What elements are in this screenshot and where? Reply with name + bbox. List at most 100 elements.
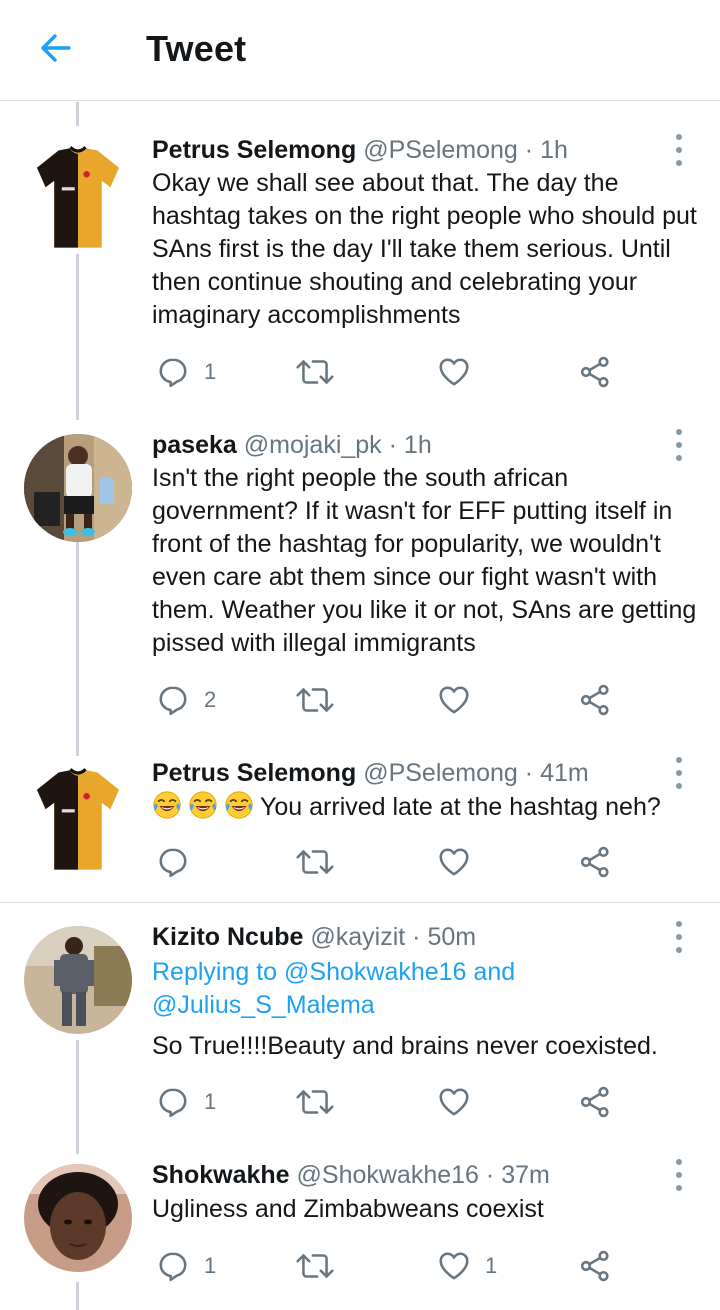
tweet-text: So True!!!!Beauty and brains never coexi… bbox=[152, 1032, 658, 1060]
retweet-icon bbox=[294, 683, 336, 717]
separator-dot: · bbox=[388, 431, 397, 459]
tweet-timestamp[interactable]: 1h bbox=[540, 136, 568, 164]
back-button[interactable] bbox=[34, 26, 78, 70]
author-handle[interactable]: @Shokwakhe16 bbox=[297, 1161, 479, 1189]
more-options-button[interactable] bbox=[664, 919, 694, 955]
tweet-timestamp[interactable]: 1h bbox=[404, 431, 432, 459]
more-vertical-icon bbox=[676, 134, 682, 140]
separator-dot: · bbox=[524, 759, 534, 787]
retweet-icon bbox=[294, 1249, 336, 1283]
author-name[interactable]: paseka bbox=[152, 431, 237, 459]
tweet-text: Isn't the right people the south african… bbox=[152, 464, 697, 657]
retweet-button[interactable] bbox=[294, 1246, 350, 1286]
retweet-icon bbox=[294, 1085, 336, 1119]
retweet-icon bbox=[294, 355, 336, 389]
tweet-actions: 1 bbox=[0, 352, 720, 392]
tweet-text: Okay we shall see about that. The day th… bbox=[152, 169, 697, 329]
laughing-emoji-icon bbox=[224, 790, 254, 820]
share-button[interactable] bbox=[578, 352, 612, 392]
thread-connector-line bbox=[76, 254, 79, 420]
top-app-bar: Tweet bbox=[0, 0, 720, 101]
reply-button[interactable]: 1 bbox=[156, 352, 216, 392]
more-vertical-icon bbox=[676, 429, 682, 435]
author-name[interactable]: Shokwakhe bbox=[152, 1161, 290, 1189]
person-photo-icon bbox=[24, 926, 132, 1034]
like-count: 1 bbox=[485, 1253, 498, 1278]
author-handle[interactable]: @kayizit bbox=[310, 923, 405, 951]
tweet-actions: 1 1 bbox=[0, 1246, 720, 1286]
share-icon bbox=[578, 1085, 612, 1119]
tweet-header: Petrus Selemong @PSelemong · 41m bbox=[152, 758, 589, 788]
back-arrow-icon bbox=[41, 34, 71, 62]
more-dot bbox=[676, 934, 682, 940]
more-options-button[interactable] bbox=[664, 755, 694, 791]
more-dot bbox=[676, 147, 682, 153]
tweet-timestamp[interactable]: 37m bbox=[501, 1161, 550, 1189]
author-name[interactable]: Petrus Selemong bbox=[152, 136, 356, 164]
like-button[interactable] bbox=[437, 680, 485, 720]
heart-icon bbox=[437, 355, 471, 389]
share-button[interactable] bbox=[578, 680, 612, 720]
reply-icon bbox=[156, 1249, 190, 1283]
more-options-button[interactable] bbox=[664, 1157, 694, 1193]
more-dot bbox=[676, 947, 682, 953]
author-handle[interactable]: @PSelemong bbox=[363, 759, 518, 787]
reply-button[interactable]: 1 bbox=[156, 1246, 216, 1286]
avatar[interactable] bbox=[24, 926, 132, 1034]
reply-button[interactable] bbox=[156, 842, 204, 882]
reply-count: 1 bbox=[204, 1089, 217, 1114]
tweet-text-body: You arrived late at the hashtag neh? bbox=[260, 793, 661, 821]
share-button[interactable] bbox=[578, 842, 612, 882]
tweet-timestamp[interactable]: 41m bbox=[540, 759, 589, 787]
thread-connector-line bbox=[76, 1282, 79, 1310]
mention-link[interactable]: @Shokwakhe16 and bbox=[284, 958, 515, 986]
retweet-button[interactable] bbox=[294, 842, 350, 882]
author-handle[interactable]: @mojaki_pk bbox=[244, 431, 382, 459]
heart-icon bbox=[437, 1249, 471, 1283]
more-dot bbox=[676, 1185, 682, 1191]
reply-icon bbox=[156, 683, 190, 717]
mention-link[interactable]: @Julius_S_Malema bbox=[152, 991, 375, 1019]
share-icon bbox=[578, 683, 612, 717]
retweet-button[interactable] bbox=[294, 680, 350, 720]
more-dot bbox=[676, 783, 682, 789]
heart-icon bbox=[437, 683, 471, 717]
reply-count: 1 bbox=[204, 1253, 217, 1278]
avatar[interactable] bbox=[24, 434, 132, 542]
reply-button[interactable]: 1 bbox=[156, 1082, 216, 1122]
retweet-button[interactable] bbox=[294, 352, 350, 392]
author-handle[interactable]: @PSelemong bbox=[363, 136, 518, 164]
laughing-emoji-icon bbox=[152, 790, 182, 820]
more-options-button[interactable] bbox=[664, 427, 694, 463]
like-button[interactable]: 1 bbox=[437, 1246, 497, 1286]
share-button[interactable] bbox=[578, 1082, 612, 1122]
like-button[interactable] bbox=[437, 842, 485, 882]
reply-icon bbox=[156, 1085, 190, 1119]
share-icon bbox=[578, 355, 612, 389]
like-button[interactable] bbox=[437, 1082, 485, 1122]
retweet-button[interactable] bbox=[294, 1082, 350, 1122]
author-name[interactable]: Petrus Selemong bbox=[152, 759, 356, 787]
more-vertical-icon bbox=[676, 1159, 682, 1165]
jersey-icon bbox=[24, 144, 132, 252]
more-vertical-icon bbox=[676, 921, 682, 927]
thread-divider bbox=[0, 902, 720, 903]
reply-count: 2 bbox=[204, 687, 217, 712]
share-icon bbox=[578, 1249, 612, 1283]
more-dot bbox=[676, 770, 682, 776]
heart-icon bbox=[437, 845, 471, 879]
reply-button[interactable]: 2 bbox=[156, 680, 216, 720]
laughing-emoji-icon bbox=[188, 790, 218, 820]
reply-icon bbox=[156, 355, 190, 389]
more-options-button[interactable] bbox=[664, 132, 694, 168]
share-icon bbox=[578, 845, 612, 879]
share-button[interactable] bbox=[578, 1246, 612, 1286]
reply-count: 1 bbox=[204, 359, 217, 384]
more-dot bbox=[676, 1172, 682, 1178]
tweet-actions bbox=[0, 842, 720, 882]
tweet-timestamp[interactable]: 50m bbox=[427, 923, 476, 951]
separator-dot: · bbox=[524, 136, 534, 164]
like-button[interactable] bbox=[437, 352, 485, 392]
avatar[interactable] bbox=[24, 144, 132, 252]
author-name[interactable]: Kizito Ncube bbox=[152, 923, 303, 951]
